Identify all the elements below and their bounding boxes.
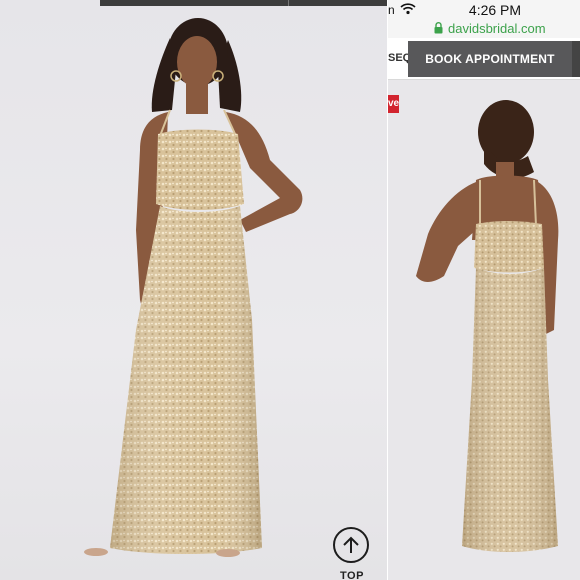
phone-screenshot: n 4:26 PM davidsbridal.com SEQ BOOK APPO… xyxy=(388,0,580,580)
sale-badge: ve xyxy=(388,95,399,113)
model-back-image xyxy=(416,100,559,552)
product-photo-front: TOP xyxy=(0,0,387,580)
lock-icon xyxy=(434,22,443,34)
url-text: davidsbridal.com xyxy=(448,21,546,36)
status-bar: n 4:26 PM xyxy=(388,0,580,20)
status-time: 4:26 PM xyxy=(468,2,522,18)
model-front-image xyxy=(84,18,303,557)
arrow-up-icon xyxy=(343,536,359,553)
url-bar[interactable]: davidsbridal.com xyxy=(388,20,580,38)
book-appointment-button[interactable]: BOOK APPOINTMENT xyxy=(408,41,572,77)
site-nav-bar: SEQ BOOK APPOINTMENT xyxy=(388,38,580,80)
nav-edge xyxy=(572,41,580,77)
scroll-top-label: TOP xyxy=(340,570,364,580)
scroll-top-button[interactable] xyxy=(333,527,369,563)
